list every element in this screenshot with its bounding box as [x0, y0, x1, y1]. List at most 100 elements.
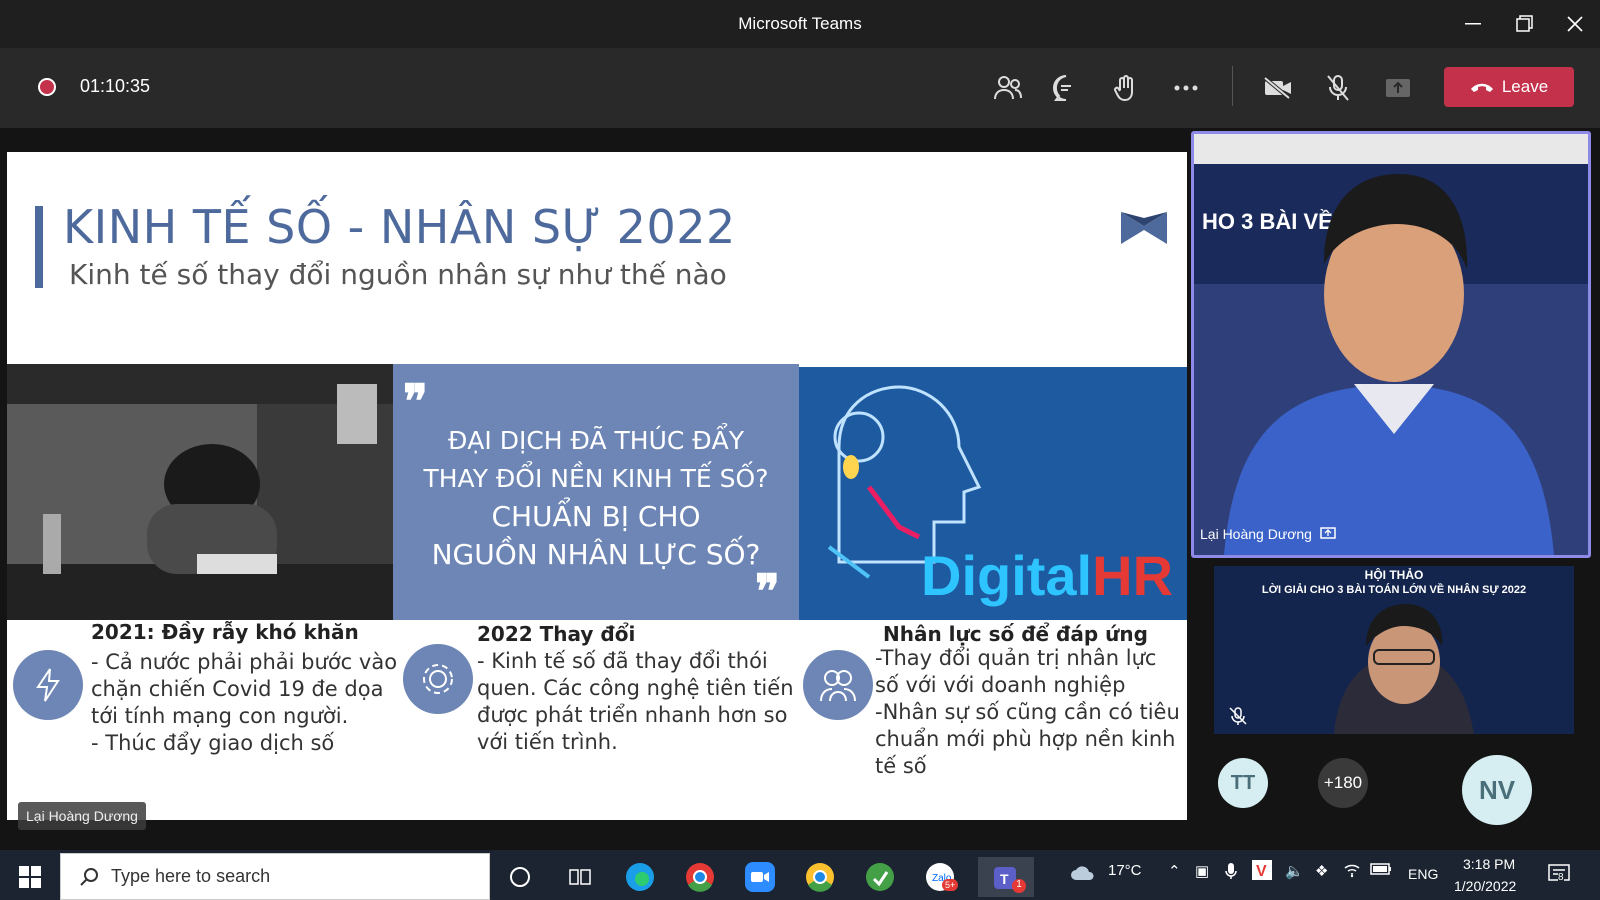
recording-icon [38, 78, 56, 96]
quote-panel: ❞ ĐẠI DỊCH ĐÃ THÚC ĐẨY THAY ĐỔI NỀN KINH… [393, 364, 799, 620]
camera-off-icon [1263, 76, 1291, 100]
task-view-button[interactable] [560, 857, 600, 897]
slide-title: KINH TẾ SỐ - NHÂN SỰ 2022 [63, 200, 736, 254]
chat-button[interactable] [1048, 70, 1084, 106]
digital-hr-image: DigitalHR [799, 367, 1187, 620]
open-quote-icon: ❞ [403, 374, 428, 428]
slide-subtitle: Kinh tế số thay đổi nguồn nhân sự như th… [69, 258, 727, 291]
speaker-name-label: Lại Hoàng Dương [1200, 526, 1336, 542]
search-icon [80, 868, 98, 886]
close-button[interactable] [1550, 0, 1600, 48]
clock-time[interactable]: 3:18 PM [1463, 856, 1515, 872]
meeting-timer: 01:10:35 [80, 76, 151, 96]
leave-button[interactable]: Leave [1444, 67, 1574, 107]
mic-toggle-button[interactable] [1320, 70, 1356, 106]
notification-count: 8 [1558, 872, 1564, 883]
people-icon [994, 76, 1022, 100]
input-language[interactable]: ENG [1408, 866, 1438, 882]
cortana-icon [510, 867, 530, 887]
lightning-icon [13, 650, 83, 720]
chrome-profile-app[interactable] [800, 857, 840, 897]
share-icon [1386, 79, 1410, 97]
chat-icon [1053, 75, 1071, 101]
meeting-toolbar [0, 48, 1600, 128]
participant-video[interactable]: HỘI THẢO LỜI GIẢI CHO 3 BÀI TOÁN LỚN VỀ … [1214, 566, 1574, 734]
zoom-app[interactable] [740, 857, 780, 897]
vietkey-icon[interactable]: V [1252, 860, 1272, 884]
quote-line: ĐẠI DỊCH ĐÃ THÚC ĐẨY [447, 426, 745, 455]
close-icon [1567, 16, 1583, 32]
title-bar: Microsoft Teams [0, 0, 1600, 48]
chrome-icon [806, 863, 834, 892]
quote-text: ĐẠI DỊCH ĐÃ THÚC ĐẨY THAY ĐỔI NỀN KINH T… [393, 422, 799, 574]
chrome-app[interactable] [680, 857, 720, 897]
restore-button[interactable] [1500, 0, 1550, 48]
speaker-video[interactable]: HO 3 BÀI VỀ NHÂI [1191, 131, 1591, 558]
windows-icon [19, 866, 41, 888]
notifications-button[interactable]: 8 [1548, 864, 1570, 888]
window-title: Microsoft Teams [738, 14, 862, 33]
participant-avatar-nv[interactable]: NV [1462, 755, 1532, 825]
toolbar-divider [1232, 66, 1233, 106]
edge-app[interactable] [620, 857, 660, 897]
minimize-icon [1465, 23, 1481, 25]
slide-logo-icon [1121, 212, 1167, 244]
title-accent-bar [35, 206, 43, 288]
column-text: -Thay đổi quản trị nhân lực số với với do… [875, 646, 1180, 778]
column-heading: Nhân lực số để đáp ứng [883, 622, 1148, 646]
volume-icon[interactable]: 🔈 [1285, 862, 1304, 880]
screen-share-icon [1320, 527, 1336, 539]
tray-chevron-icon[interactable]: ⌃ [1168, 862, 1181, 880]
participant-avatar-tt[interactable]: TT [1218, 758, 1268, 808]
taskbar-search-box[interactable]: Type here to search [60, 853, 490, 900]
svg-text:T: T [1000, 871, 1009, 887]
digital-hr-label: DigitalHR [921, 544, 1174, 607]
chrome-icon [686, 863, 714, 892]
camera-toggle-button[interactable] [1260, 70, 1296, 106]
column-text: - Kinh tế số đã thay đổi thói quen. Các c… [477, 649, 794, 754]
gear-icon [403, 644, 473, 714]
greenshot-icon [866, 863, 894, 891]
zalo-app[interactable]: Zalo 5+ [920, 857, 960, 897]
task-view-icon [569, 869, 591, 885]
more-participants-button[interactable]: +180 [1318, 758, 1368, 808]
battery-icon[interactable] [1370, 862, 1392, 879]
weather-temp[interactable]: 17°C [1108, 862, 1142, 879]
svg-text:V: V [1256, 863, 1267, 880]
share-button[interactable] [1380, 70, 1416, 106]
start-button[interactable] [10, 857, 50, 897]
search-placeholder: Type here to search [111, 866, 271, 886]
hangup-icon [1470, 83, 1493, 92]
zoom-icon [745, 862, 775, 892]
close-quote-icon: ❞ [755, 564, 780, 618]
edge-icon [626, 863, 654, 891]
teams-app[interactable]: T 1 [978, 857, 1034, 897]
reactions-button[interactable] [1108, 70, 1144, 106]
minimize-button[interactable] [1448, 0, 1498, 48]
column-heading: 2021: Đầy rẫy khó khăn [91, 620, 359, 644]
column-heading: 2022 Thay đổi [477, 622, 636, 646]
quote-line: CHUẨN BỊ CHO [491, 500, 701, 533]
quote-line: THAY ĐỔI NỀN KINH TẾ SỐ? [423, 464, 769, 493]
wifi-icon[interactable] [1343, 862, 1361, 882]
device-icon[interactable]: ▣ [1195, 862, 1209, 880]
raise-hand-icon [1114, 75, 1133, 102]
muted-mic-icon [1229, 707, 1247, 725]
teams-badge: 1 [1012, 879, 1026, 893]
shared-slide: KINH TẾ SỐ - NHÂN SỰ 2022 Kinh tế số tha… [7, 152, 1187, 820]
presenter-name-tag: Lại Hoàng Dương [18, 802, 146, 830]
column-text: - Cả nước phải phải bước vào chặn chiến C… [91, 650, 398, 755]
leave-label: Leave [1501, 77, 1549, 96]
dropbox-icon[interactable]: ❖ [1315, 862, 1328, 880]
microphone-icon[interactable] [1225, 862, 1237, 884]
greenshot-app[interactable] [860, 857, 900, 897]
cortana-button[interactable] [500, 857, 540, 897]
more-icon [1174, 85, 1198, 91]
clock-date[interactable]: 1/20/2022 [1454, 878, 1516, 894]
people-group-icon [803, 650, 873, 720]
stressed-person-image [7, 364, 393, 620]
participants-button[interactable] [990, 70, 1026, 106]
quote-line: NGUỒN NHÂN LỰC SỐ? [431, 538, 761, 571]
weather-icon[interactable] [1070, 864, 1096, 886]
more-actions-button[interactable] [1168, 70, 1204, 106]
